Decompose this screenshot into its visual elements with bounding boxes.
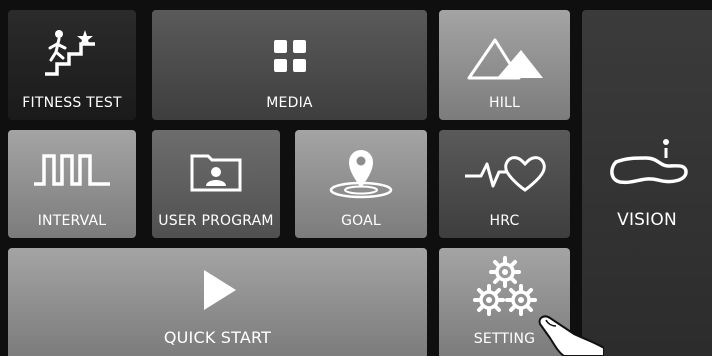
quick-start-tile[interactable]: QUICK START xyxy=(8,248,427,356)
fitness-test-tile[interactable]: FITNESS TEST xyxy=(8,10,136,120)
media-tile[interactable]: MEDIA xyxy=(152,10,427,120)
mountains-icon xyxy=(439,34,570,80)
hill-label: HILL xyxy=(488,95,521,111)
goal-label: GOAL xyxy=(341,213,381,229)
stairs-climber-icon xyxy=(8,28,136,78)
user-program-tile[interactable]: USER PROGRAM xyxy=(152,130,280,238)
hrc-label: HRC xyxy=(489,213,520,229)
user-folder-icon xyxy=(152,150,280,194)
play-icon xyxy=(8,268,427,312)
interval-tile[interactable]: INTERVAL xyxy=(8,130,136,238)
vision-label: VISION xyxy=(617,210,677,230)
vision-tile[interactable]: VISION xyxy=(582,10,712,356)
location-pin-icon xyxy=(295,144,427,200)
setting-label: SETTING xyxy=(473,331,536,347)
hrc-tile[interactable]: HRC xyxy=(439,130,570,238)
quick-start-label: QUICK START xyxy=(163,328,272,347)
square-wave-icon xyxy=(8,148,136,192)
hill-tile[interactable]: HILL xyxy=(439,10,570,120)
heartbeat-icon xyxy=(439,150,570,196)
interval-label: INTERVAL xyxy=(37,213,107,229)
pointing-hand-icon xyxy=(534,308,605,357)
media-label: MEDIA xyxy=(266,95,313,111)
goal-tile[interactable]: GOAL xyxy=(295,130,427,238)
grid-icon xyxy=(152,36,427,76)
lake-route-icon xyxy=(582,136,712,196)
fitness-test-label: FITNESS TEST xyxy=(22,95,122,111)
main-menu-screen: FITNESS TEST MEDIA HILL VISION INTERVAL … xyxy=(0,0,712,357)
user-program-label: USER PROGRAM xyxy=(158,213,274,229)
